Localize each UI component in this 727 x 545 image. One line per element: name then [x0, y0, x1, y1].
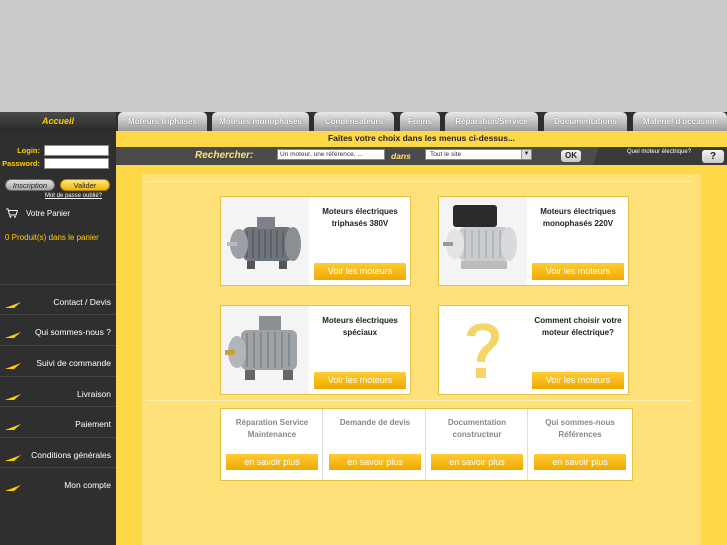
sidebar: Accueil Login: Password: Inscription Val…: [0, 112, 116, 545]
sidebar-item-payment[interactable]: Paiement: [0, 406, 116, 434]
sidebar-item-order-tracking[interactable]: Suivi de commande: [0, 345, 116, 373]
password-row: Password:: [0, 158, 116, 170]
help-button[interactable]: ?: [702, 150, 724, 163]
info-box-title: Réparation Service Maintenance: [235, 418, 309, 439]
subtitle-text: Faites votre choix dans les menus ci-des…: [327, 133, 516, 143]
info-box-documentation: Documentation constructeur en savoir plu…: [426, 409, 528, 480]
cart-count: 0 Produit(s) dans le panier: [5, 233, 99, 242]
arrow-icon: [5, 302, 21, 308]
sidebar-item-contact[interactable]: Contact / Devis: [0, 284, 116, 312]
forgot-password-link[interactable]: Mot de passe oublié?: [0, 193, 116, 199]
login-label: Login:: [17, 146, 40, 155]
dans-label: dans: [391, 151, 411, 161]
sidebar-item-label: Contact / Devis: [53, 297, 111, 307]
motor-monophase-image[interactable]: [439, 197, 527, 285]
voir-moteurs-button[interactable]: Voir les moteurs: [314, 372, 406, 389]
voir-moteurs-button[interactable]: Voir les moteurs: [314, 263, 406, 280]
product-card-speciaux: Moteurs électriques spéciaux Voir les mo…: [220, 305, 411, 395]
info-box-title: Documentation constructeur: [447, 418, 507, 439]
divider: [146, 181, 692, 182]
motor-triphase-image[interactable]: [221, 197, 309, 285]
voir-moteurs-button[interactable]: Voir les moteurs: [532, 263, 624, 280]
search-scope-value: Tout le site: [430, 151, 462, 158]
cart-area: Votre Panier 0 Produit(s) dans le panier: [0, 202, 116, 272]
arrow-icon: [5, 332, 21, 338]
search-ok-button[interactable]: OK: [561, 150, 581, 162]
sidebar-item-label: Suivi de commande: [36, 358, 111, 368]
tab-moteurs-triphases[interactable]: Moteurs triphasés: [118, 112, 207, 131]
cart-label[interactable]: Votre Panier: [26, 209, 70, 218]
arrow-icon: [5, 363, 21, 369]
sidebar-item-label: Qui sommes-nous ?: [34, 327, 111, 337]
card-title: Moteurs électriques monophasés 220V: [540, 207, 616, 228]
info-box-references: Qui sommes-nous Références en savoir plu…: [529, 409, 631, 480]
login-input[interactable]: [44, 145, 109, 156]
arrow-icon: [5, 455, 21, 461]
tab-documentations[interactable]: Documentations: [544, 112, 627, 131]
subtitle-bar: Faites votre choix dans les menus ci-des…: [116, 131, 727, 147]
card-title: Moteurs électriques triphasés 380V: [322, 207, 398, 228]
sidebar-item-about[interactable]: Qui sommes-nous ?: [0, 314, 116, 342]
sidebar-item-label: Paiement: [75, 419, 111, 429]
motor-special-image[interactable]: [221, 306, 309, 394]
search-input[interactable]: Un moteur, une référence, ...: [277, 149, 385, 160]
arrow-icon: [5, 394, 21, 400]
product-card-guide: Comment choisir votre moteur électrique?…: [438, 305, 629, 395]
product-card-monophases: Moteurs électriques monophasés 220V Voir…: [438, 196, 629, 286]
sidebar-item-account[interactable]: Mon compte: [0, 467, 116, 495]
card-title: Comment choisir votre moteur électrique?: [534, 316, 622, 337]
en-savoir-plus-button[interactable]: en savoir plus: [431, 454, 523, 470]
top-banner: [0, 0, 727, 112]
chevron-down-icon[interactable]: ▼: [521, 150, 531, 159]
info-boxes: Réparation Service Maintenance en savoir…: [220, 408, 633, 481]
sidebar-item-label: Mon compte: [64, 480, 111, 490]
sidebar-item-label: Conditions générales: [31, 450, 111, 460]
tab-moteurs-monophases[interactable]: Moteurs monophasés: [212, 112, 309, 131]
sidebar-item-terms[interactable]: Conditions générales: [0, 437, 116, 465]
en-savoir-plus-button[interactable]: en savoir plus: [534, 454, 626, 470]
main-content: [116, 165, 727, 545]
voir-moteurs-button[interactable]: Voir les moteurs: [532, 372, 624, 389]
tab-reparation-service[interactable]: Réparation/Service: [445, 112, 538, 131]
tab-freins[interactable]: Freins: [400, 112, 440, 131]
arrow-icon: [5, 485, 21, 491]
card-title: Moteurs électriques spéciaux: [322, 316, 398, 337]
en-savoir-plus-button[interactable]: en savoir plus: [226, 454, 318, 470]
sidebar-item-delivery[interactable]: Livraison: [0, 376, 116, 404]
top-nav: Moteurs triphasés Moteurs monophasés Con…: [116, 112, 727, 131]
search-bar: Rechercher: Un moteur, une référence, ..…: [116, 147, 727, 165]
home-tab[interactable]: Accueil: [0, 112, 116, 131]
info-box-title: Qui sommes-nous Références: [545, 418, 615, 439]
arrow-icon: [5, 424, 21, 430]
tab-condensateurs[interactable]: Condensateurs: [314, 112, 394, 131]
password-input[interactable]: [44, 158, 109, 169]
search-scope-select[interactable]: Tout le site ▼: [425, 149, 532, 160]
password-label: Password:: [2, 159, 40, 168]
login-row: Login:: [0, 145, 116, 157]
info-box-reparation: Réparation Service Maintenance en savoir…: [221, 409, 323, 480]
info-box-devis: Demande de devis en savoir plus: [324, 409, 426, 480]
sidebar-item-label: Livraison: [76, 389, 111, 399]
inscription-button[interactable]: Inscription: [5, 179, 55, 191]
info-box-title: Demande de devis: [339, 418, 411, 427]
cart-icon[interactable]: [6, 208, 18, 218]
search-label: Rechercher:: [195, 150, 254, 161]
en-savoir-plus-button[interactable]: en savoir plus: [329, 454, 421, 470]
product-card-triphases: Moteurs électriques triphasés 380V Voir …: [220, 196, 411, 286]
question-mark-icon[interactable]: [439, 306, 527, 394]
divider: [146, 400, 692, 401]
motor-question-link[interactable]: Quel moteur électrique?: [627, 149, 691, 155]
tab-materiel-occasion[interactable]: Matériel d'occasion: [633, 112, 727, 131]
valider-button[interactable]: Valider: [60, 179, 110, 191]
